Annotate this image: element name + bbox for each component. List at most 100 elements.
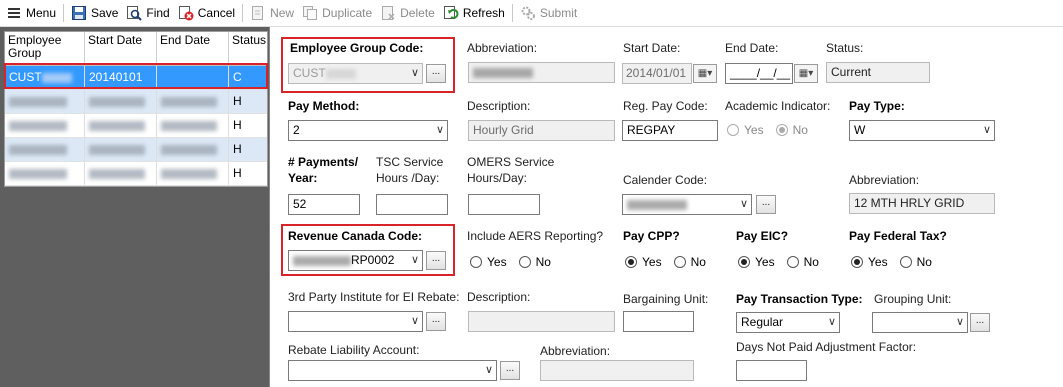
duplicate-button[interactable]: Duplicate [298, 2, 376, 24]
start-date-field[interactable]: 2014/01/01 [622, 63, 692, 84]
pay-cpp-yes-radio[interactable] [625, 256, 637, 268]
bargaining-unit-label: Bargaining Unit: [623, 292, 709, 306]
delete-icon [380, 5, 396, 21]
aers-reporting-label: Include AERS Reporting? [467, 229, 604, 243]
calendar-icon[interactable]: ▦▾ [693, 64, 717, 83]
omers-service-label-line1: OMERS Service [467, 155, 555, 169]
cell-employee-group [5, 114, 85, 137]
calendar-icon[interactable]: ▦▾ [794, 64, 818, 83]
pay-method-label: Pay Method: [288, 99, 360, 113]
pay-eic-yes-radio[interactable] [738, 256, 750, 268]
pay-eic-no-radio[interactable] [786, 256, 799, 268]
redacted-mark [161, 144, 217, 155]
calender-code-select[interactable]: ∨ [622, 194, 752, 215]
menu-button[interactable]: Menu [2, 2, 60, 24]
abbreviation-label: Abbreviation: [467, 41, 538, 55]
chevron-down-icon: ∨ [739, 198, 748, 210]
employee-group-code-label: Employee Group Code: [290, 41, 424, 55]
aers-reporting-radio-group: Yes No [470, 255, 563, 269]
revenue-canada-code-select[interactable]: RP0002 ∨ [288, 250, 423, 271]
redacted-mark [293, 255, 351, 266]
pay-method-select[interactable]: 2 ∨ [288, 120, 448, 141]
cell-end-date [157, 138, 229, 161]
column-header-end-date[interactable]: End Date [157, 32, 229, 65]
find-button[interactable]: Find [122, 2, 173, 24]
redacted-mark [627, 199, 687, 210]
new-icon [250, 5, 266, 21]
status-field: Current [826, 62, 930, 83]
grouping-unit-select[interactable]: ∨ [872, 312, 968, 333]
pay-eic-label: Pay EIC? [736, 229, 789, 243]
pay-method-value: 2 [293, 123, 300, 137]
pay-type-value: W [854, 123, 866, 137]
cell-status: H [233, 118, 242, 132]
pay-federal-tax-yes-radio[interactable] [851, 256, 863, 268]
redacted-mark [325, 68, 356, 79]
employee-group-code-lookup-button[interactable]: ... [426, 64, 446, 83]
tsc-service-hours-field[interactable] [376, 194, 448, 215]
save-label: Save [91, 6, 119, 20]
cell-employee-group [5, 138, 85, 161]
pay-cpp-no-radio[interactable] [673, 256, 686, 268]
status-label: Status: [826, 41, 864, 55]
bargaining-unit-field[interactable] [623, 311, 694, 332]
delete-button[interactable]: Delete [376, 2, 439, 24]
pay-type-select[interactable]: W ∨ [849, 120, 995, 141]
employee-group-code-select[interactable]: CUST ∨ [288, 63, 423, 84]
table-row[interactable]: CUST 20140101 C [5, 66, 267, 90]
column-header-start-date[interactable]: Start Date [85, 32, 157, 65]
employee-group-code-value: CUST [293, 66, 326, 80]
refresh-icon [443, 5, 459, 21]
days-not-paid-label: Days Not Paid Adjustment Factor: [736, 340, 917, 354]
third-party-institute-lookup-button[interactable]: ... [426, 312, 446, 331]
redacted-mark [161, 120, 217, 131]
cancel-button[interactable]: Cancel [174, 2, 239, 24]
column-header-status[interactable]: Status [229, 32, 267, 65]
delete-label: Delete [400, 6, 435, 20]
omers-service-hours-field[interactable] [468, 194, 540, 215]
submit-button[interactable]: Submit [516, 2, 581, 24]
academic-indicator-label: Academic Indicator: [725, 99, 831, 113]
rebate-liability-account-lookup-button[interactable]: ... [500, 361, 520, 380]
cancel-label: Cancel [197, 6, 236, 20]
pay-transaction-type-select[interactable]: Regular ∨ [736, 312, 840, 333]
table-row[interactable]: H [5, 138, 267, 162]
pay-type-label: Pay Type: [849, 99, 905, 113]
column-header-employee-group[interactable]: Employee Group [5, 32, 85, 65]
days-not-paid-field[interactable] [736, 360, 807, 381]
third-party-institute-select[interactable]: ∨ [288, 311, 423, 332]
toolbar-separator [63, 4, 65, 22]
cancel-icon [178, 5, 194, 21]
redacted-mark [473, 67, 533, 78]
revenue-canada-code-lookup-button[interactable]: ... [426, 251, 446, 270]
pay-federal-tax-no-radio[interactable] [899, 256, 912, 268]
radio-label-yes: Yes [744, 123, 764, 137]
aers-yes-radio[interactable] [470, 256, 482, 268]
employee-group-grid: Employee Group Start Date End Date Statu… [4, 31, 268, 187]
cell-status: H [233, 94, 242, 108]
reg-pay-code-field[interactable]: REGPAY [622, 120, 718, 141]
grouping-unit-lookup-button[interactable]: ... [970, 313, 990, 332]
calender-abbreviation-label: Abbreviation: [849, 173, 920, 187]
cell-start-date: 20140101 [85, 66, 157, 89]
refresh-label: Refresh [462, 6, 505, 20]
payments-year-field[interactable]: 52 [288, 194, 360, 215]
academic-indicator-yes-radio[interactable] [727, 124, 739, 136]
cell-start-date [85, 162, 157, 185]
abbreviation-field[interactable] [468, 62, 615, 83]
end-date-field[interactable]: ____/__/__ [725, 63, 793, 84]
table-row[interactable]: H [5, 114, 267, 138]
find-icon [126, 5, 143, 21]
rebate-liability-account-select[interactable]: ∨ [288, 360, 497, 381]
academic-indicator-no-radio[interactable] [775, 124, 788, 136]
save-button[interactable]: Save [67, 2, 122, 24]
aers-no-radio[interactable] [518, 256, 531, 268]
table-row[interactable]: H [5, 162, 267, 186]
pay-transaction-type-value: Regular [741, 315, 784, 329]
table-row[interactable]: H [5, 90, 267, 114]
new-button[interactable]: New [246, 2, 298, 24]
description-field[interactable]: Hourly Grid [468, 120, 615, 141]
refresh-button[interactable]: Refresh [439, 2, 509, 24]
calender-code-lookup-button[interactable]: ... [756, 195, 776, 214]
duplicate-label: Duplicate [322, 6, 373, 20]
